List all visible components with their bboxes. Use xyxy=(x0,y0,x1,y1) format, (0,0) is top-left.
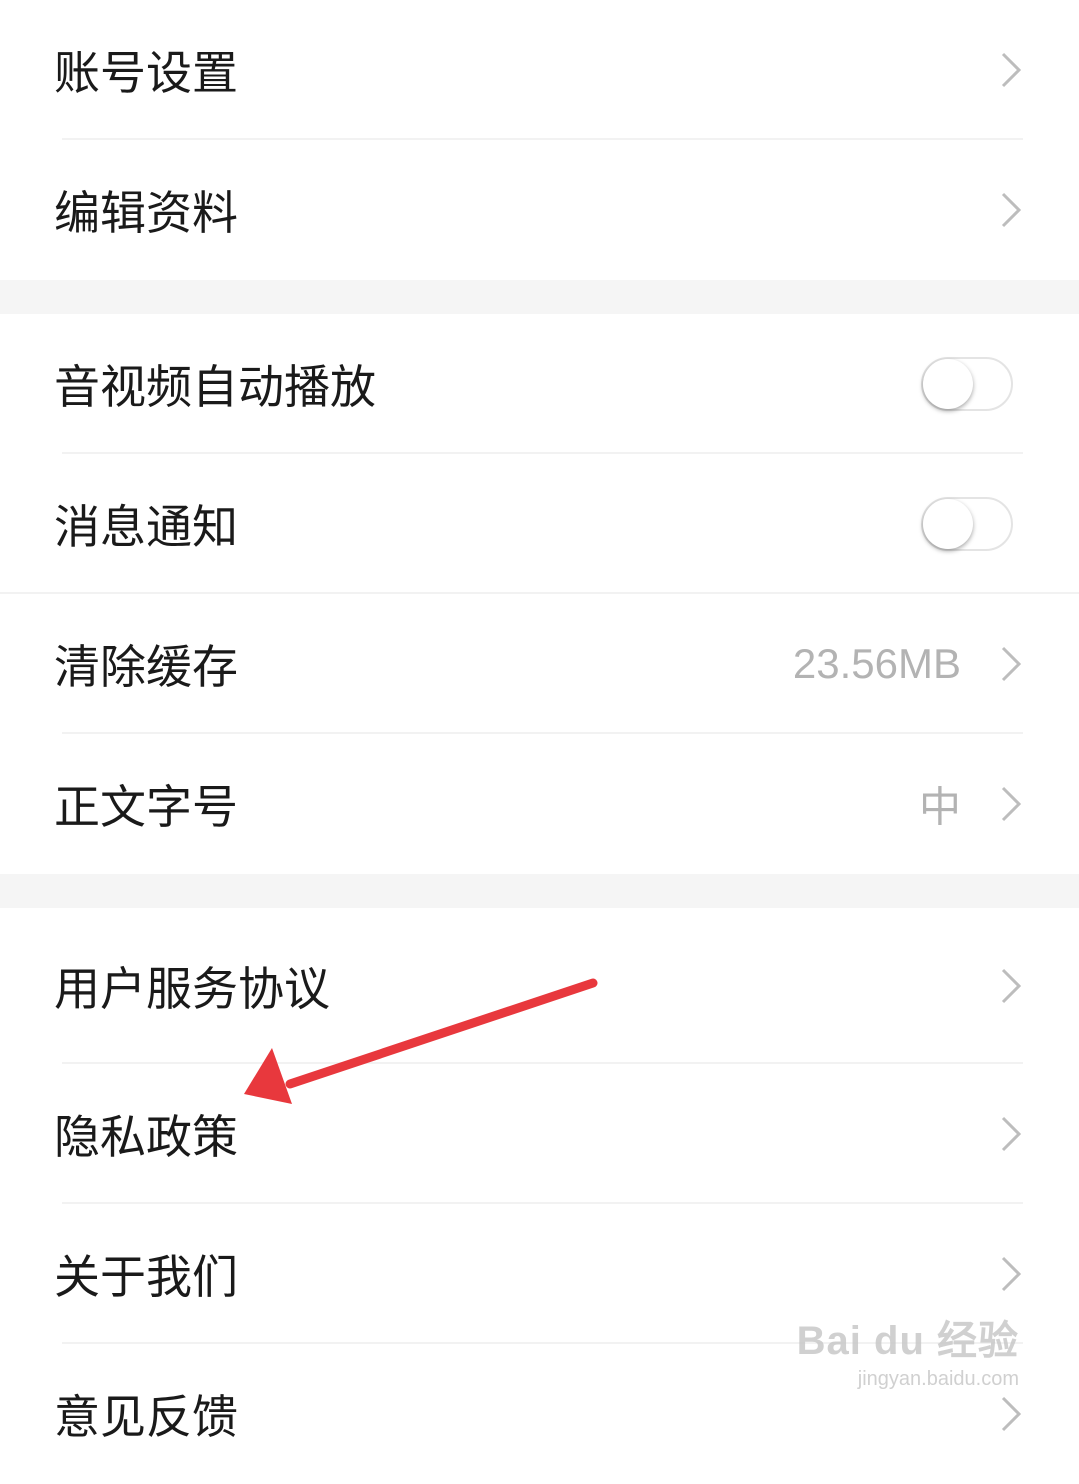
annotation-arrow-icon xyxy=(244,978,598,1104)
watermark-url: jingyan.baidu.com xyxy=(857,1368,1019,1390)
arrow-head xyxy=(244,1048,292,1104)
arrow-shaft xyxy=(285,978,598,1089)
watermark-logo: Bai du 经验 xyxy=(796,1319,1019,1363)
watermark: Bai du 经验 jingyan.baidu.com xyxy=(797,1308,1019,1391)
